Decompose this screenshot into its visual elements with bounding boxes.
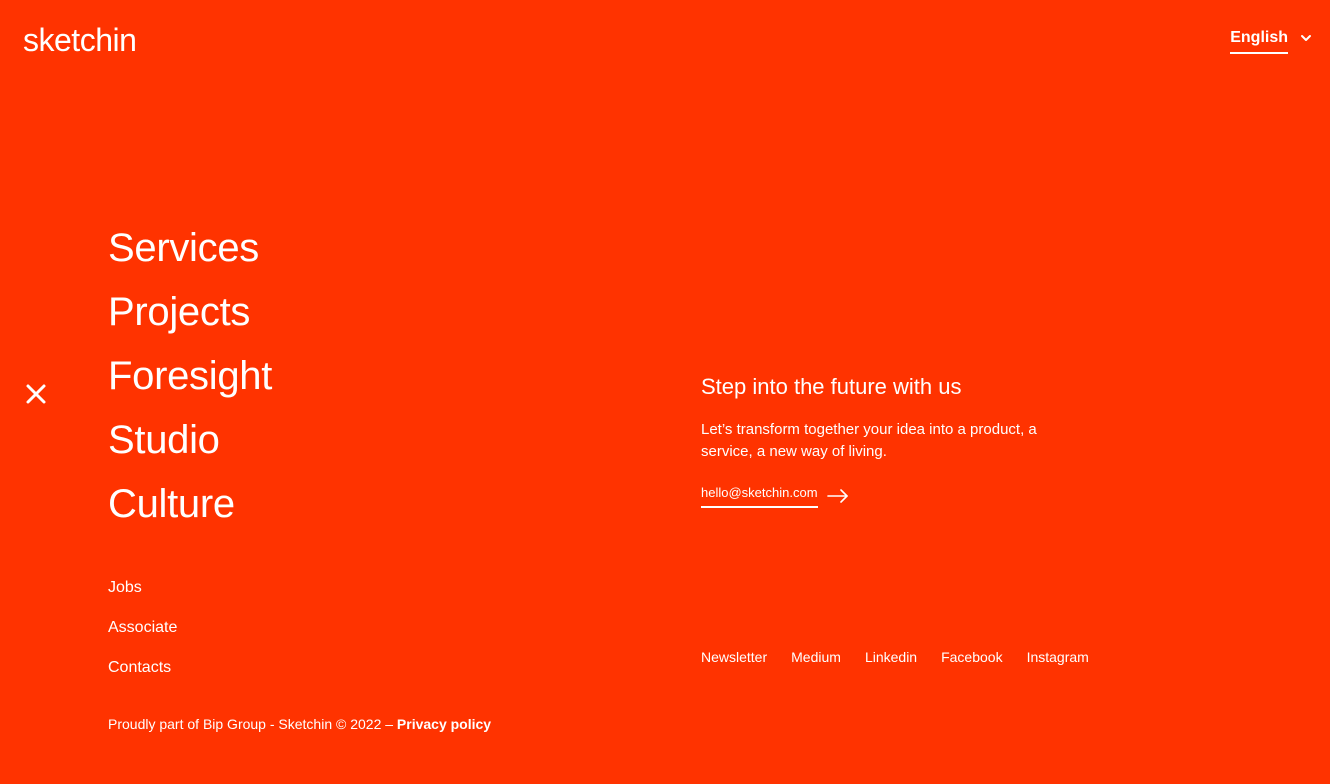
footer-note: Proudly part of Bip Group - Sketchin © 2… <box>108 714 491 734</box>
secondary-nav: Jobs Associate Contacts <box>108 568 177 688</box>
logo[interactable]: sketchin <box>23 20 137 60</box>
social-link-newsletter[interactable]: Newsletter <box>701 647 767 667</box>
language-label: English <box>1230 28 1288 54</box>
cta-title: Step into the future with us <box>701 374 962 399</box>
social-link-medium[interactable]: Medium <box>791 647 841 667</box>
main-nav-item-culture[interactable]: Culture <box>108 472 272 536</box>
email-row: hello@sketchin.com <box>701 484 1101 508</box>
copyright-text: Proudly part of Bip Group - Sketchin © 2… <box>108 716 397 732</box>
social-link-linkedin[interactable]: Linkedin <box>865 647 917 667</box>
social-link-instagram[interactable]: Instagram <box>1027 647 1089 667</box>
sub-nav-item-associate[interactable]: Associate <box>108 608 177 648</box>
sub-nav-item-jobs[interactable]: Jobs <box>108 568 177 608</box>
email-link[interactable]: hello@sketchin.com <box>701 484 818 508</box>
main-nav-item-projects[interactable]: Projects <box>108 280 272 344</box>
cta-text: Let’s transform together your idea into … <box>701 421 1037 460</box>
main-nav-item-foresight[interactable]: Foresight <box>108 344 272 408</box>
social-links: Newsletter Medium Linkedin Facebook Inst… <box>701 647 1089 667</box>
arrow-right-icon[interactable] <box>826 489 849 503</box>
social-link-facebook[interactable]: Facebook <box>941 647 1002 667</box>
contact-cta: Step into the future with us Let’s trans… <box>701 372 1101 508</box>
menu-overlay: sketchin English Services Projects Fores… <box>0 0 1330 784</box>
close-icon[interactable] <box>24 382 48 406</box>
main-nav-item-studio[interactable]: Studio <box>108 408 272 472</box>
chevron-down-icon <box>1301 35 1311 41</box>
main-nav: Services Projects Foresight Studio Cultu… <box>108 216 272 536</box>
privacy-policy-link[interactable]: Privacy policy <box>397 716 491 732</box>
main-nav-item-services[interactable]: Services <box>108 216 272 280</box>
language-selector[interactable]: English <box>1230 28 1312 54</box>
sub-nav-item-contacts[interactable]: Contacts <box>108 648 177 688</box>
